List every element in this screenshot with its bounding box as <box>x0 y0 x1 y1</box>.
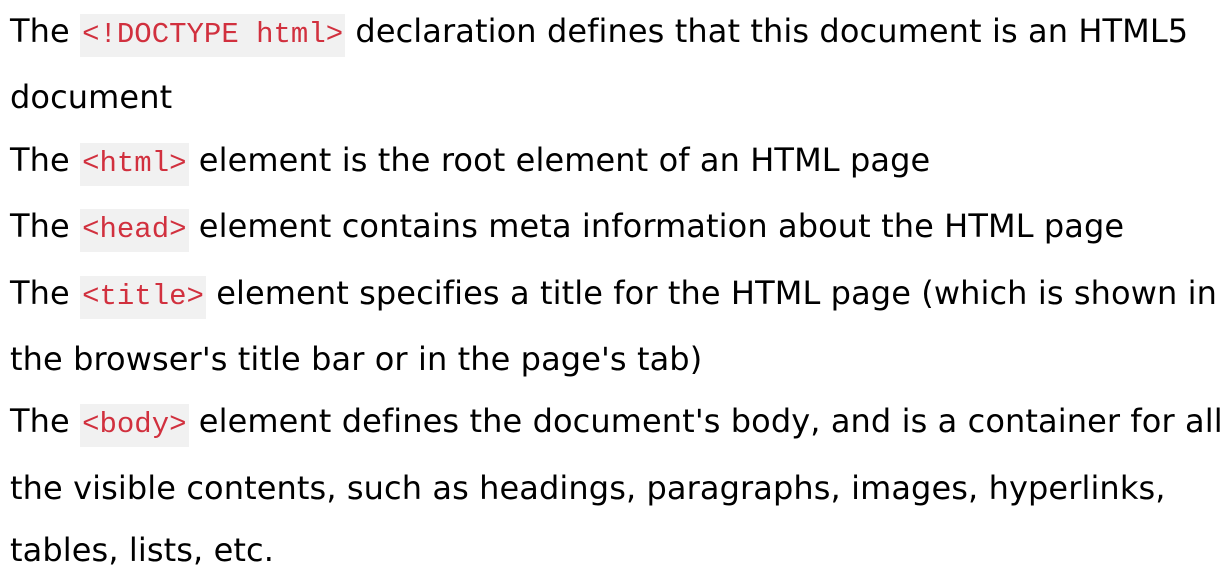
document-body: The <!DOCTYPE html> declaration defines … <box>10 0 1226 582</box>
paragraph-head: The <head> element contains meta informa… <box>10 195 1226 261</box>
paragraph-text: element is the root element of an HTML p… <box>188 140 931 179</box>
paragraph-body: The <body> element defines the document'… <box>10 390 1226 581</box>
code-body: <body> <box>80 404 189 448</box>
paragraph-text: element defines the document's body, and… <box>10 402 1223 570</box>
paragraph-text: The <box>10 402 81 441</box>
code-html: <html> <box>80 142 189 186</box>
paragraph-html: The <html> element is the root element o… <box>10 129 1226 195</box>
paragraph-doctype: The <!DOCTYPE html> declaration defines … <box>10 0 1226 129</box>
paragraph-text: The <box>10 207 81 246</box>
paragraph-text: The <box>10 273 81 312</box>
code-doctype: <!DOCTYPE html> <box>80 14 346 57</box>
code-head: <head> <box>80 209 189 253</box>
code-title: <title> <box>80 275 206 319</box>
paragraph-text: element contains meta information about … <box>188 207 1125 246</box>
paragraph-text: The <box>10 12 81 50</box>
paragraph-title: The <title> element specifies a title fo… <box>10 262 1226 391</box>
paragraph-text: The <box>10 140 81 179</box>
